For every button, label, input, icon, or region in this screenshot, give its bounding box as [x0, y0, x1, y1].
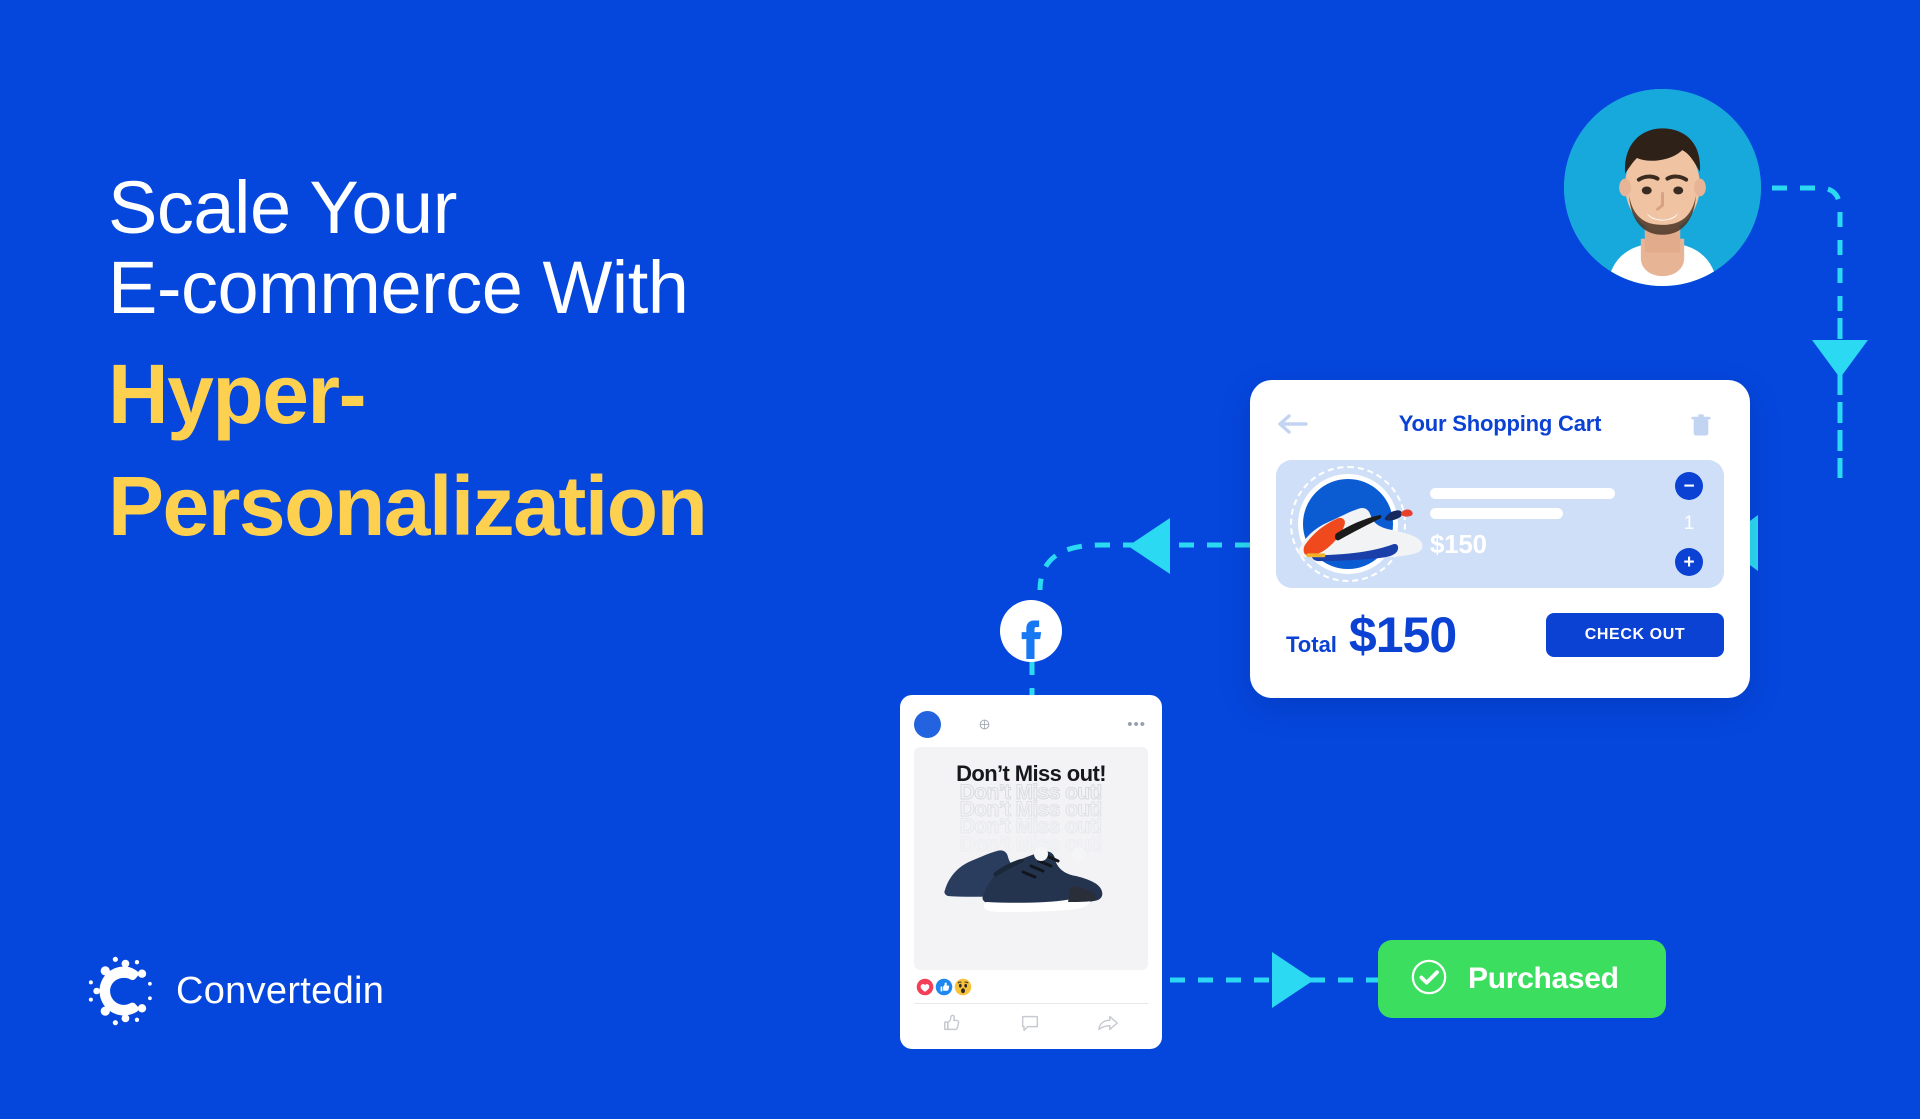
product-thumbnail — [1290, 466, 1423, 582]
quantity-increase-button[interactable]: + — [1675, 548, 1703, 576]
arrow-right-purchased-icon — [1272, 952, 1314, 1008]
purchased-status-badge: Purchased — [1378, 940, 1666, 1018]
facebook-icon — [1000, 600, 1062, 662]
post-media: Don’t Miss out! Don’t Miss out! Don’t Mi… — [914, 747, 1148, 970]
quantity-decrease-button[interactable]: − — [1675, 472, 1703, 500]
social-post-card: ••• Don’t Miss out! Don’t Miss out! Don’… — [900, 695, 1162, 1049]
product-subtitle-placeholder — [1430, 508, 1563, 519]
product-details: $150 — [1406, 488, 1670, 560]
check-circle-icon — [1410, 958, 1448, 1001]
share-icon[interactable] — [1096, 1012, 1120, 1034]
post-reactions — [914, 970, 1148, 1003]
headline-line-1: Scale Your — [108, 166, 457, 249]
arrow-down-icon — [1812, 340, 1868, 378]
convertedin-mark-icon — [88, 955, 160, 1027]
like-icon[interactable] — [942, 1012, 964, 1034]
trash-icon[interactable] — [1690, 409, 1724, 439]
wow-reaction-icon — [954, 978, 972, 996]
post-product-image — [944, 847, 1103, 912]
purchased-label: Purchased — [1468, 962, 1619, 995]
quantity-value: 1 — [1683, 513, 1695, 534]
product-name-placeholder — [1430, 488, 1615, 499]
back-arrow-icon[interactable] — [1276, 409, 1310, 439]
cart-footer: Total $150 CHECK OUT — [1276, 606, 1724, 664]
total-label: Total — [1286, 632, 1337, 657]
post-action-bar — [914, 1003, 1148, 1041]
headline-line-2: E-commerce With — [108, 245, 689, 329]
post-header: ••• — [914, 707, 1148, 741]
cart-total: Total $150 — [1286, 606, 1457, 664]
brand-name: Convertedin — [176, 969, 385, 1012]
like-reaction-icon — [935, 978, 953, 996]
headline-block: Scale Your E-commerce With Hyper- Person… — [108, 168, 888, 552]
total-amount: $150 — [1348, 607, 1457, 663]
brand-logo: Convertedin — [88, 955, 384, 1027]
cart-line-item: $150 − 1 + — [1276, 460, 1724, 588]
post-timestamp — [979, 719, 990, 730]
product-price: $150 — [1430, 529, 1487, 559]
cart-title: Your Shopping Cart — [1398, 411, 1602, 436]
cart-header: Your Shopping Cart — [1276, 402, 1724, 446]
arrow-left-social-icon — [1128, 518, 1170, 574]
shopping-cart-card: Your Shopping Cart $150 − 1 + Total $150… — [1250, 380, 1750, 698]
poster-canvas: Scale Your E-commerce With Hyper- Person… — [0, 0, 1920, 1119]
customer-avatar — [1560, 85, 1765, 290]
checkout-button[interactable]: CHECK OUT — [1546, 613, 1724, 657]
headline-line-4: Personalization — [108, 458, 708, 553]
headline-line-3: Hyper- — [108, 346, 367, 441]
quantity-stepper: − 1 + — [1670, 472, 1708, 576]
post-avatar — [914, 710, 941, 738]
post-menu-button[interactable]: ••• — [1127, 717, 1146, 732]
love-reaction-icon — [916, 978, 934, 996]
comment-icon[interactable] — [1019, 1012, 1041, 1034]
globe-icon — [979, 719, 990, 729]
